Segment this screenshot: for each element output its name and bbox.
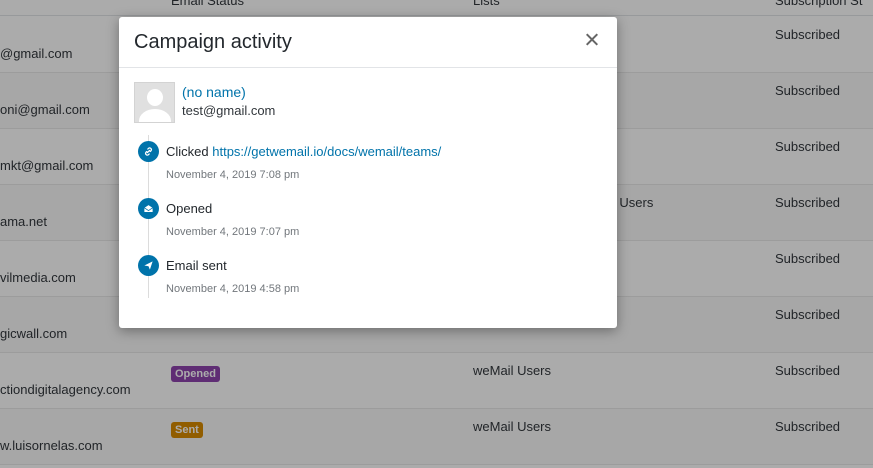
clicked-url-link[interactable]: https://getwemail.io/docs/wemail/teams/ <box>212 144 441 159</box>
event-label: Opened <box>166 201 213 216</box>
event-label: Clicked <box>166 144 209 159</box>
avatar <box>134 82 175 123</box>
event-email-sent: Email sent <box>166 258 227 273</box>
link-icon <box>138 141 159 162</box>
paper-plane-icon <box>138 255 159 276</box>
event-time: November 4, 2019 7:08 pm <box>166 169 300 181</box>
subscriber-name-link[interactable]: (no name) <box>182 84 246 100</box>
event-clicked: Clicked https://getwemail.io/docs/wemail… <box>166 144 441 159</box>
campaign-activity-modal: Campaign activity (no name) test@gmail.c… <box>119 17 617 328</box>
event-time: November 4, 2019 4:58 pm <box>166 283 300 295</box>
modal-title: Campaign activity <box>134 31 292 53</box>
envelope-open-icon <box>138 198 159 219</box>
modal-header: Campaign activity <box>119 17 617 68</box>
subscriber-email: test@gmail.com <box>182 103 276 118</box>
close-icon[interactable] <box>583 31 601 49</box>
event-label: Email sent <box>166 258 227 273</box>
event-opened: Opened <box>166 201 212 216</box>
event-time: November 4, 2019 7:07 pm <box>166 226 300 238</box>
